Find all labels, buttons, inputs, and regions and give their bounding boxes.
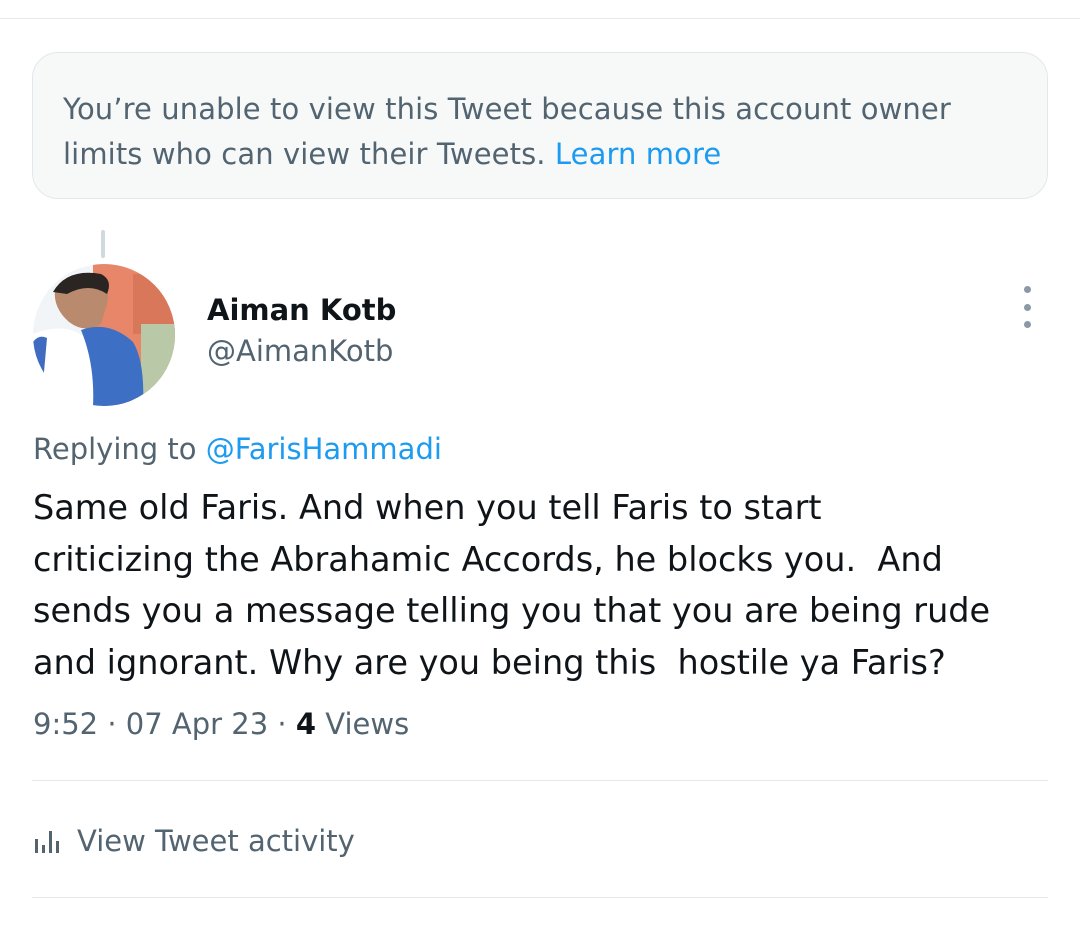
notice-text: You’re unable to view this Tweet because… [63, 92, 951, 171]
thread-connector [101, 230, 105, 258]
view-tweet-activity-button[interactable]: View Tweet activity [33, 820, 355, 862]
meta-divider [32, 780, 1048, 781]
tweet-time[interactable]: 9:52 [33, 707, 98, 741]
restricted-tweet-notice: You’re unable to view this Tweet because… [32, 52, 1048, 199]
more-options-icon[interactable] [1012, 286, 1042, 328]
bar-chart-icon [35, 831, 59, 853]
views-count: 4 [295, 707, 317, 741]
replying-prefix: Replying to [33, 432, 197, 466]
tweet-meta: 9:52 · 07 Apr 23 · 4 Views [33, 707, 409, 741]
replying-mention-link[interactable]: @FarisHammadi [206, 432, 442, 466]
tweet-date[interactable]: 07 Apr 23 [126, 707, 268, 741]
activity-divider [32, 897, 1048, 898]
user-handle[interactable]: @AimanKotb [207, 334, 393, 368]
replying-to: Replying to @FarisHammadi [33, 432, 442, 466]
top-divider [0, 18, 1080, 19]
meta-separator: · [107, 707, 117, 741]
view-tweet-activity-label: View Tweet activity [77, 824, 355, 858]
learn-more-link[interactable]: Learn more [555, 137, 721, 171]
meta-separator: · [277, 707, 287, 741]
avatar[interactable] [33, 264, 175, 406]
views-label: Views [325, 707, 410, 741]
avatar-image [33, 264, 175, 406]
tweet-text: Same old Faris. And when you tell Faris … [33, 488, 991, 682]
display-name[interactable]: Aiman Kotb [207, 293, 396, 327]
